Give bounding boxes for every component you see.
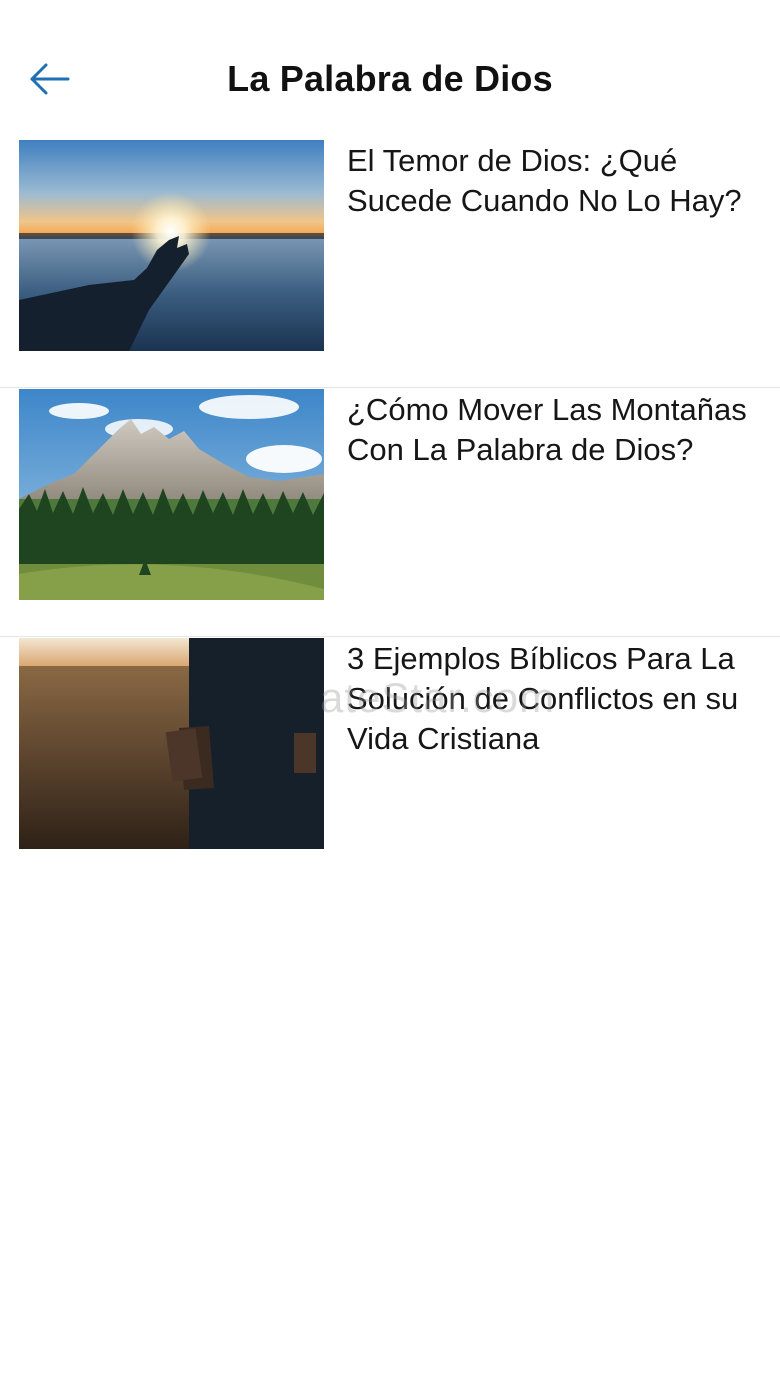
sunset-hand-reaching-image (19, 140, 324, 351)
article-list: El Temor de Dios: ¿Qué Sucede Cuando No … (0, 139, 780, 885)
person-holding-bible-field-image (19, 638, 324, 849)
page-title: La Palabra de Dios (227, 58, 553, 99)
article-item[interactable]: ¿Cómo Mover Las Montañas Con La Palabra … (0, 388, 780, 637)
article-item[interactable]: El Temor de Dios: ¿Qué Sucede Cuando No … (0, 139, 780, 388)
article-title: ¿Cómo Mover Las Montañas Con La Palabra … (347, 392, 747, 467)
article-item[interactable]: 3 Ejemplos Bíblicos Para La Solución de … (0, 637, 780, 885)
article-title: 3 Ejemplos Bíblicos Para La Solución de … (347, 641, 739, 756)
article-title: El Temor de Dios: ¿Qué Sucede Cuando No … (347, 143, 742, 218)
mountain-forest-image (19, 389, 324, 600)
app-header: La Palabra de Dios (0, 0, 780, 140)
